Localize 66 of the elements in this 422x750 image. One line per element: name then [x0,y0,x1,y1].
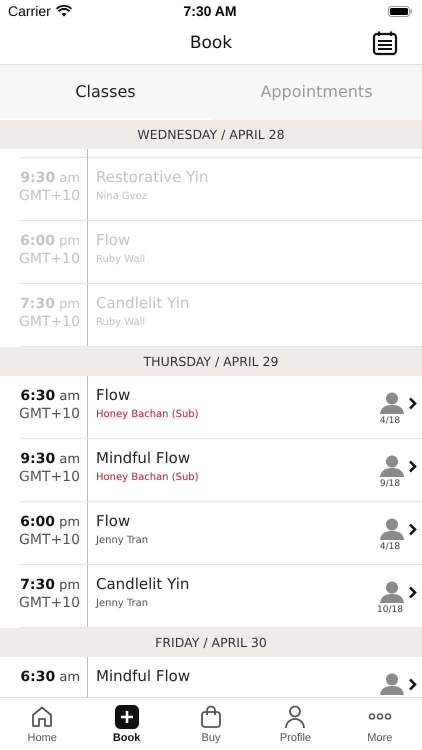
time-zone: GMT+10 [18,251,80,267]
tab-bar-item[interactable]: Profile [253,698,338,750]
calendar-icon[interactable] [372,30,398,56]
class-title: Candlelit Yin [96,294,190,312]
class-time: 6:00 pm [20,233,80,249]
class-row[interactable]: 6:00 pm GMT+10 Flow Jenny Tran 4/18 [20,502,422,565]
person-icon [380,581,404,603]
day-header: THURSDAY / APRIL 29 [0,347,422,376]
plus-icon [114,704,139,728]
class-row[interactable]: 6:30 am GMT+10 Flow Honey Bachan (Sub) 4/18 [20,376,422,439]
person-icon [380,455,404,477]
class-time: 6:00 pm [20,514,80,530]
instructor-name: Ruby Wall [96,254,146,265]
instructor-name: Nina Gvoz [96,191,148,202]
class-title: Mindful Flow [96,667,192,685]
class-title: Flow [96,512,132,530]
time-zone: GMT+10 [18,595,80,611]
chevron-icon [408,678,416,690]
tab-bar-item[interactable]: Buy [168,698,254,750]
time-zone: GMT+10 [18,532,80,548]
page-title: Book [190,33,232,53]
time-zone: GMT+10 [18,406,80,422]
person-icon [380,392,404,414]
tab-bar-item[interactable]: More [338,698,422,750]
day-header: WEDNESDAY / APRIL 28 [0,120,422,149]
instructor-name: Honey Bachan (Sub) [96,409,200,420]
person-icon [380,673,404,695]
wifi-icon [56,5,72,17]
time-zone: GMT+10 [18,469,80,485]
instructor-name: Jenny Tran [96,535,150,546]
class-title: Mindful Flow [96,449,192,467]
chevron-icon [408,522,416,536]
class-title: Flow [96,386,132,404]
chevron-icon [408,586,416,598]
class-time: 7:30 pm [20,577,80,593]
more-icon [368,712,392,720]
time-zone: GMT+10 [18,188,80,204]
instructor-name: Honey Bachan (Sub) [96,472,200,483]
class-time: 7:30 pm [20,296,80,312]
chevron-icon [408,396,416,410]
day-header: FRIDAY / APRIL 30 [0,628,422,657]
class-time: 6:30 am [20,388,80,404]
spots-count: 9/18 [380,479,400,489]
status-time: 7:30 AM [183,3,237,19]
battery-icon [388,6,412,16]
carrier-label: Carrier [8,3,51,19]
tab-bar-item[interactable]: Book [84,698,169,750]
time-zone: GMT+10 [18,314,80,330]
chevron-icon [408,460,416,472]
instructor-name: Ruby Wall [96,317,146,328]
class-title: Candlelit Yin [96,575,190,593]
spots-count: 10/18 [377,605,403,615]
home-icon [30,704,54,728]
class-title: Flow [96,231,132,249]
class-time: 9:30 am [20,170,80,186]
class-time: 9:30 am [20,451,80,467]
tab-bar-item[interactable]: Home [0,698,84,750]
spots-count: 4/18 [380,542,400,552]
shopping-bag-icon [200,704,222,728]
instructor-name: Jenny Tran [96,598,150,609]
person-icon [380,518,404,540]
class-row[interactable]: 9:30 am GMT+10 Mindful Flow Honey Bachan (Sub) 9/18 [20,439,422,502]
spots-count: 4/18 [380,416,400,426]
person-icon [284,704,306,728]
class-title: Restorative Yin [96,168,210,186]
class-time: 6:30 am [20,669,80,685]
